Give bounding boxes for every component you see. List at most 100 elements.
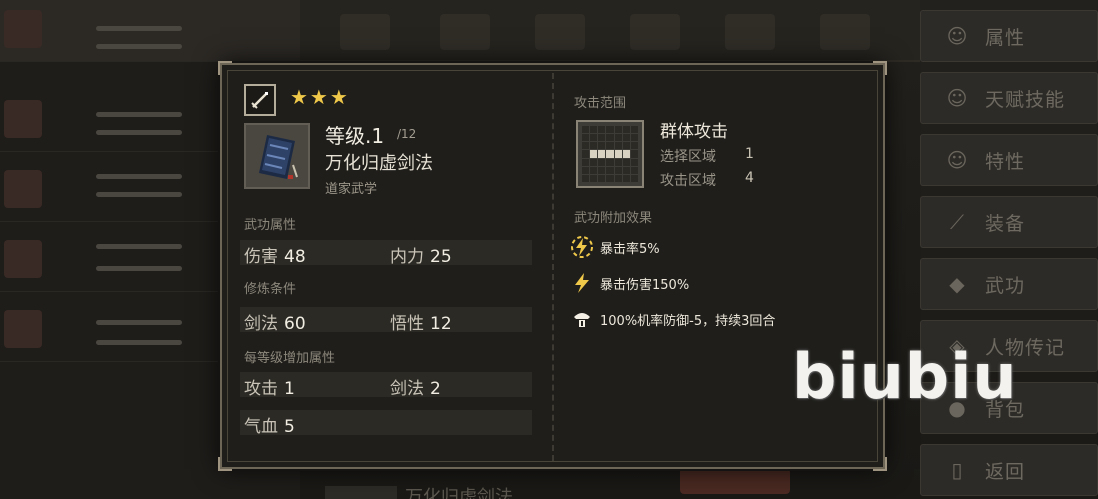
character-bar bbox=[96, 266, 182, 271]
equipment-slot[interactable] bbox=[820, 14, 870, 50]
sword-icon bbox=[244, 84, 276, 116]
range-cell bbox=[606, 150, 614, 158]
equipment-icon: ⟋ bbox=[950, 210, 964, 234]
range-grid bbox=[582, 126, 638, 182]
rarity-stars: ★★★ bbox=[290, 85, 350, 109]
bottom-slot bbox=[325, 486, 397, 499]
menu-item-label: 特性 bbox=[985, 150, 1026, 173]
range-cell bbox=[598, 174, 606, 182]
lightning-circle-icon bbox=[571, 236, 593, 258]
effect-text: 暴击率5% bbox=[600, 241, 660, 257]
frame-corner bbox=[218, 61, 232, 75]
range-cell bbox=[614, 174, 622, 182]
range-cell bbox=[582, 158, 590, 166]
range-cell bbox=[598, 158, 606, 166]
range-cell bbox=[590, 166, 598, 174]
range-cell bbox=[614, 126, 622, 134]
attack-range-title: 攻击范围 bbox=[574, 96, 627, 111]
effect-item: 暴击伤害150% bbox=[570, 271, 689, 295]
equipment-slot[interactable] bbox=[535, 14, 585, 50]
range-cell bbox=[622, 142, 630, 150]
attributes-title: 武功属性 bbox=[244, 218, 297, 233]
equipment-slot[interactable] bbox=[630, 14, 680, 50]
range-cell bbox=[606, 166, 614, 174]
req-comprehension: 悟性 12 bbox=[390, 314, 452, 334]
req-swordsmanship: 剑法 60 bbox=[244, 314, 306, 334]
range-cell bbox=[582, 174, 590, 182]
range-cell bbox=[630, 158, 638, 166]
range-cell bbox=[622, 174, 630, 182]
range-cell bbox=[630, 166, 638, 174]
range-cell bbox=[614, 134, 622, 142]
range-cell bbox=[614, 142, 622, 150]
skill-level: 等级.1 bbox=[325, 124, 385, 148]
range-cell bbox=[590, 126, 598, 134]
attack-range-grid-icon bbox=[576, 120, 644, 188]
per-level-row: 攻击 1 剑法 2 bbox=[240, 372, 532, 399]
character-row[interactable] bbox=[0, 0, 300, 62]
select-area: 选择区域 1 bbox=[660, 146, 754, 166]
equipment-slot[interactable] bbox=[440, 14, 490, 50]
book-icon bbox=[244, 123, 310, 189]
effect-text: 暴击伤害150% bbox=[600, 277, 690, 293]
per-level-swordsmanship: 剑法 2 bbox=[390, 379, 441, 399]
range-cell bbox=[622, 158, 630, 166]
range-cell bbox=[606, 174, 614, 182]
range-cell bbox=[614, 158, 622, 166]
range-cell bbox=[582, 126, 590, 134]
per-level-title: 每等级增加属性 bbox=[244, 351, 336, 366]
range-cell bbox=[606, 126, 614, 134]
range-cell bbox=[590, 134, 598, 142]
range-cell bbox=[590, 142, 598, 150]
skill-detail-dialog: ★★★ 等级.1 /12 万化归虚剑法 道家武学 武功属性 伤害 48 内力 25 … bbox=[218, 61, 887, 471]
range-cell bbox=[598, 142, 606, 150]
menu-item-label: 天赋技能 bbox=[985, 88, 1066, 111]
range-cell bbox=[614, 166, 622, 174]
range-cell bbox=[582, 150, 590, 158]
range-cell bbox=[582, 166, 590, 174]
range-cell bbox=[622, 134, 630, 142]
attributes-row: 伤害 48 内力 25 bbox=[240, 240, 532, 267]
effects-title: 武功附加效果 bbox=[574, 211, 653, 226]
skill-level-max: /12 bbox=[397, 127, 417, 141]
menu-item-return[interactable]: ▯ 返回 bbox=[920, 444, 1098, 496]
equipment-slot[interactable] bbox=[340, 14, 390, 50]
effect-text: 100%机率防御-5，持续3回合 bbox=[600, 313, 776, 329]
range-cell bbox=[630, 126, 638, 134]
frame-corner bbox=[873, 61, 887, 75]
menu-item-talents[interactable]: ☺ 天赋技能 bbox=[920, 72, 1098, 124]
lightning-icon bbox=[575, 273, 589, 293]
stat-internal-force: 内力 25 bbox=[390, 247, 452, 267]
range-cell bbox=[622, 126, 630, 134]
character-bar bbox=[96, 192, 182, 197]
menu-item-traits[interactable]: ☺ 特性 bbox=[920, 134, 1098, 186]
menu-item-label: 武功 bbox=[985, 274, 1026, 297]
menu-item-martial-arts[interactable]: ◆ 武功 bbox=[920, 258, 1098, 310]
equipment-slot[interactable] bbox=[725, 14, 775, 50]
skill-name: 万化归虚剑法 bbox=[325, 153, 433, 174]
per-level-row: 气血 5 bbox=[240, 410, 532, 437]
range-cell bbox=[630, 150, 638, 158]
menu-item-attributes[interactable]: ☺ 属性 bbox=[920, 10, 1098, 62]
range-cell bbox=[582, 134, 590, 142]
character-bar bbox=[96, 320, 182, 325]
character-icon: ☺ bbox=[946, 24, 968, 48]
frame-corner bbox=[873, 457, 887, 471]
range-cell bbox=[598, 126, 606, 134]
avatar bbox=[4, 10, 42, 48]
trait-icon: ☺ bbox=[946, 148, 968, 172]
character-bar bbox=[96, 44, 182, 49]
avatar bbox=[4, 100, 42, 138]
per-level-hp: 气血 5 bbox=[244, 417, 295, 437]
skill-school: 道家武学 bbox=[325, 182, 378, 197]
menu-item-label: 装备 bbox=[985, 212, 1026, 235]
range-cell bbox=[582, 142, 590, 150]
equipment-bar bbox=[300, 0, 920, 62]
martial-art-icon: ◆ bbox=[949, 272, 965, 296]
menu-item-equipment[interactable]: ⟋ 装备 bbox=[920, 196, 1098, 248]
watermark: biubiu bbox=[792, 340, 1018, 413]
avatar bbox=[4, 240, 42, 278]
range-cell bbox=[590, 150, 598, 158]
range-cell bbox=[622, 150, 630, 158]
avatar bbox=[4, 310, 42, 348]
